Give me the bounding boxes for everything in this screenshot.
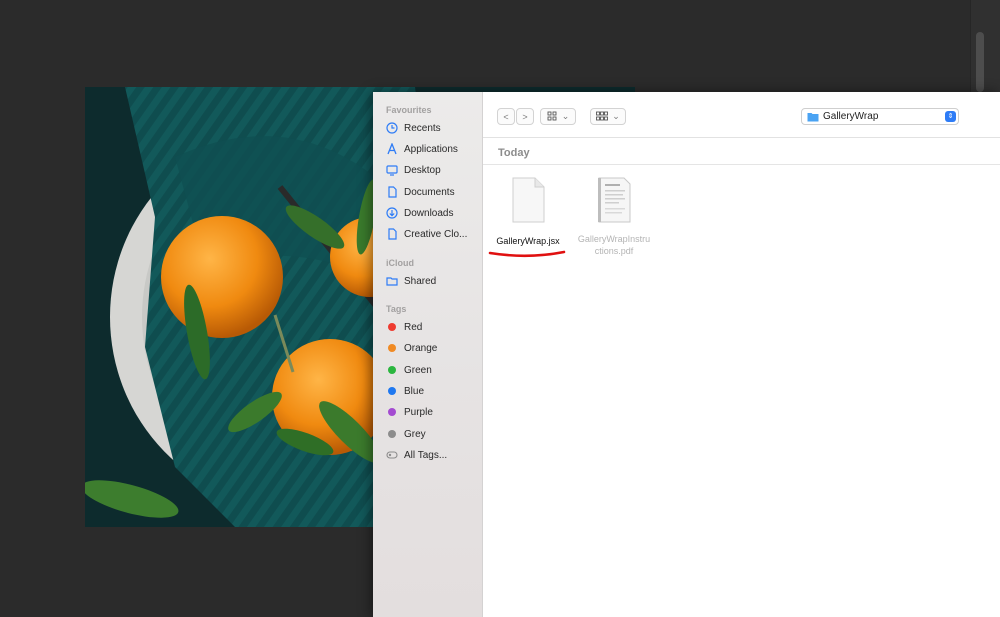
icloud-title: iCloud: [386, 258, 414, 268]
sidebar-item-label: Desktop: [404, 164, 441, 176]
sidebar-item-tag-purple[interactable]: Purple: [386, 403, 481, 421]
sidebar-item-tag-grey[interactable]: Grey: [386, 425, 481, 443]
file-name: GalleryWrap.jsx: [496, 236, 560, 246]
forward-button[interactable]: >: [516, 108, 534, 125]
chevron-down-icon: ⌄: [612, 111, 620, 121]
chevron-down-icon: ⌄: [561, 111, 570, 121]
sidebar-item-recents[interactable]: Recents: [386, 119, 481, 137]
sidebar-item-label: Purple: [404, 406, 433, 418]
sidebar-item-tag-green[interactable]: Green: [386, 361, 481, 379]
file-item-gallerywrap-instructions-pdf: GalleryWrapInstru ctions.pdf: [571, 176, 657, 257]
sidebar-item-label: Applications: [404, 143, 458, 155]
finder-sidebar: Favourites Recents Applications Desktop …: [373, 92, 483, 617]
group-header-today: Today: [498, 147, 530, 159]
favourites-title: Favourites: [386, 105, 432, 115]
chevron-left-icon: <: [503, 111, 509, 122]
sidebar-item-label: Downloads: [404, 207, 454, 219]
download-icon: [386, 207, 398, 219]
finder-main-pane: < > ⌄ ⌄ GalleryWrap ⇕ Today GalleryWrap.…: [483, 92, 1000, 617]
desktop-icon: [386, 164, 398, 176]
group-grid-icon: [596, 111, 609, 123]
tags-title: Tags: [386, 304, 407, 314]
sidebar-item-label: Grey: [404, 428, 426, 440]
sidebar-item-applications[interactable]: Applications: [386, 140, 481, 158]
red-tag-dot-icon: [388, 323, 396, 331]
sidebar-item-downloads[interactable]: Downloads: [386, 204, 481, 222]
clock-icon: [386, 122, 398, 134]
location-label: GalleryWrap: [823, 111, 879, 122]
blue-tag-dot-icon: [388, 387, 396, 395]
red-underline-annotation: [488, 250, 566, 258]
sidebar-item-desktop[interactable]: Desktop: [386, 161, 481, 179]
document-icon: [386, 186, 398, 198]
chevron-right-icon: >: [522, 111, 528, 122]
applications-icon: [386, 143, 398, 155]
sidebar-item-label: Green: [404, 364, 432, 376]
green-tag-dot-icon: [388, 366, 396, 374]
group-by-button[interactable]: ⌄: [590, 108, 626, 125]
group-divider: [483, 164, 1000, 165]
grid-view-icon: [547, 111, 557, 123]
host-scrollbar-thumb[interactable]: [976, 32, 984, 92]
sidebar-item-tag-orange[interactable]: Orange: [386, 339, 481, 357]
folder-icon: [807, 112, 819, 122]
sidebar-item-label: All Tags...: [404, 449, 448, 461]
file-name-line1: GalleryWrapInstru: [577, 234, 651, 244]
shared-folder-icon: [386, 275, 398, 287]
file-open-dialog: Favourites Recents Applications Desktop …: [373, 92, 1000, 617]
sidebar-item-tag-red[interactable]: Red: [386, 318, 481, 336]
file-item-gallerywrap-jsx[interactable]: GalleryWrap.jsx: [485, 176, 571, 247]
sidebar-item-tag-blue[interactable]: Blue: [386, 382, 481, 400]
orange-tag-dot-icon: [388, 344, 396, 352]
sidebar-item-label: Creative Clo...: [404, 228, 468, 240]
sidebar-item-label: Recents: [404, 122, 441, 134]
sidebar-item-label: Red: [404, 321, 423, 333]
sidebar-item-documents[interactable]: Documents: [386, 183, 481, 201]
sidebar-item-label: Shared: [404, 275, 437, 287]
file-icon: [386, 228, 398, 240]
all-tags-icon: [386, 449, 398, 461]
sidebar-item-label: Blue: [404, 385, 425, 397]
pdf-document-icon: [598, 177, 631, 223]
sidebar-item-creative-cloud[interactable]: Creative Clo...: [386, 225, 481, 243]
sidebar-item-label: Orange: [404, 342, 438, 354]
back-button[interactable]: <: [497, 108, 515, 125]
sidebar-item-all-tags[interactable]: All Tags...: [386, 446, 481, 464]
location-popup[interactable]: GalleryWrap ⇕: [801, 108, 959, 125]
file-name-line2: ctions.pdf: [594, 246, 634, 256]
blank-file-icon: [512, 177, 545, 223]
sidebar-item-label: Documents: [404, 186, 455, 198]
popup-arrows-icon: ⇕: [945, 111, 956, 122]
finder-toolbar: < > ⌄ ⌄ GalleryWrap ⇕: [483, 92, 1000, 138]
grey-tag-dot-icon: [388, 430, 396, 438]
view-mode-button[interactable]: ⌄: [540, 108, 576, 125]
sidebar-item-shared[interactable]: Shared: [386, 272, 481, 290]
purple-tag-dot-icon: [388, 408, 396, 416]
